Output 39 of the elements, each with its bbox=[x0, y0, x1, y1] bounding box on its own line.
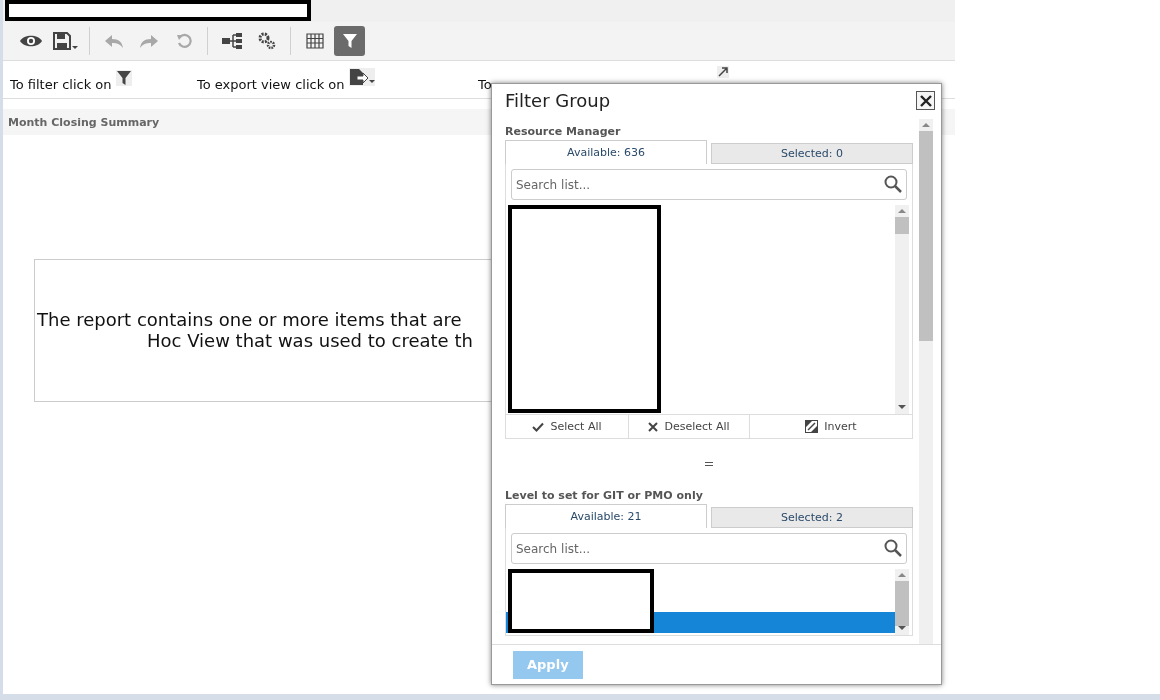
redo-icon bbox=[138, 33, 159, 49]
close-button[interactable] bbox=[916, 91, 935, 110]
close-icon bbox=[919, 94, 932, 107]
report-title: Month Closing Summary bbox=[8, 115, 160, 129]
scrollbar[interactable] bbox=[895, 569, 909, 635]
hierarchy-icon bbox=[220, 32, 243, 50]
message-text: Hoc View that was used to create th bbox=[146, 330, 474, 351]
filter-label: Resource Manager bbox=[505, 125, 622, 140]
reset-icon bbox=[175, 33, 192, 49]
tab[interactable]: Available: 21 bbox=[505, 504, 707, 528]
floppy-disk-icon bbox=[52, 32, 79, 50]
splitter-handle[interactable] bbox=[705, 462, 713, 466]
search-field[interactable]: Search list... bbox=[511, 169, 907, 200]
search-icon bbox=[884, 175, 902, 193]
eye-icon bbox=[18, 33, 43, 49]
message-text: The report contains one or more items that are bbox=[36, 309, 463, 330]
undo-icon bbox=[103, 33, 124, 49]
search-field[interactable]: Search list... bbox=[511, 533, 907, 564]
gears-icon bbox=[257, 32, 276, 50]
search-icon bbox=[884, 539, 902, 557]
cross-icon bbox=[648, 421, 659, 432]
hint-text: To filter click on bbox=[10, 77, 112, 92]
invert-icon bbox=[805, 420, 819, 433]
tab[interactable]: Available: 636 bbox=[505, 140, 707, 164]
tab[interactable]: Selected: 2 bbox=[711, 507, 913, 528]
dialog-title: Filter Group bbox=[505, 90, 611, 111]
scrollbar[interactable] bbox=[919, 119, 933, 644]
filter-label: Level to set for GIT or PMO only bbox=[505, 489, 704, 504]
hint-text: To bbox=[478, 77, 492, 92]
export-icon bbox=[348, 68, 375, 86]
check-icon bbox=[532, 421, 545, 432]
hint-text: To export view click on bbox=[197, 77, 345, 92]
toolbar-button[interactable] bbox=[334, 26, 365, 56]
grid-icon bbox=[305, 33, 324, 49]
tab[interactable]: Selected: 0 bbox=[711, 143, 913, 164]
expand-icon bbox=[716, 66, 729, 78]
funnel-icon bbox=[115, 70, 132, 86]
scrollbar[interactable] bbox=[895, 205, 909, 414]
funnel-icon bbox=[341, 33, 358, 49]
